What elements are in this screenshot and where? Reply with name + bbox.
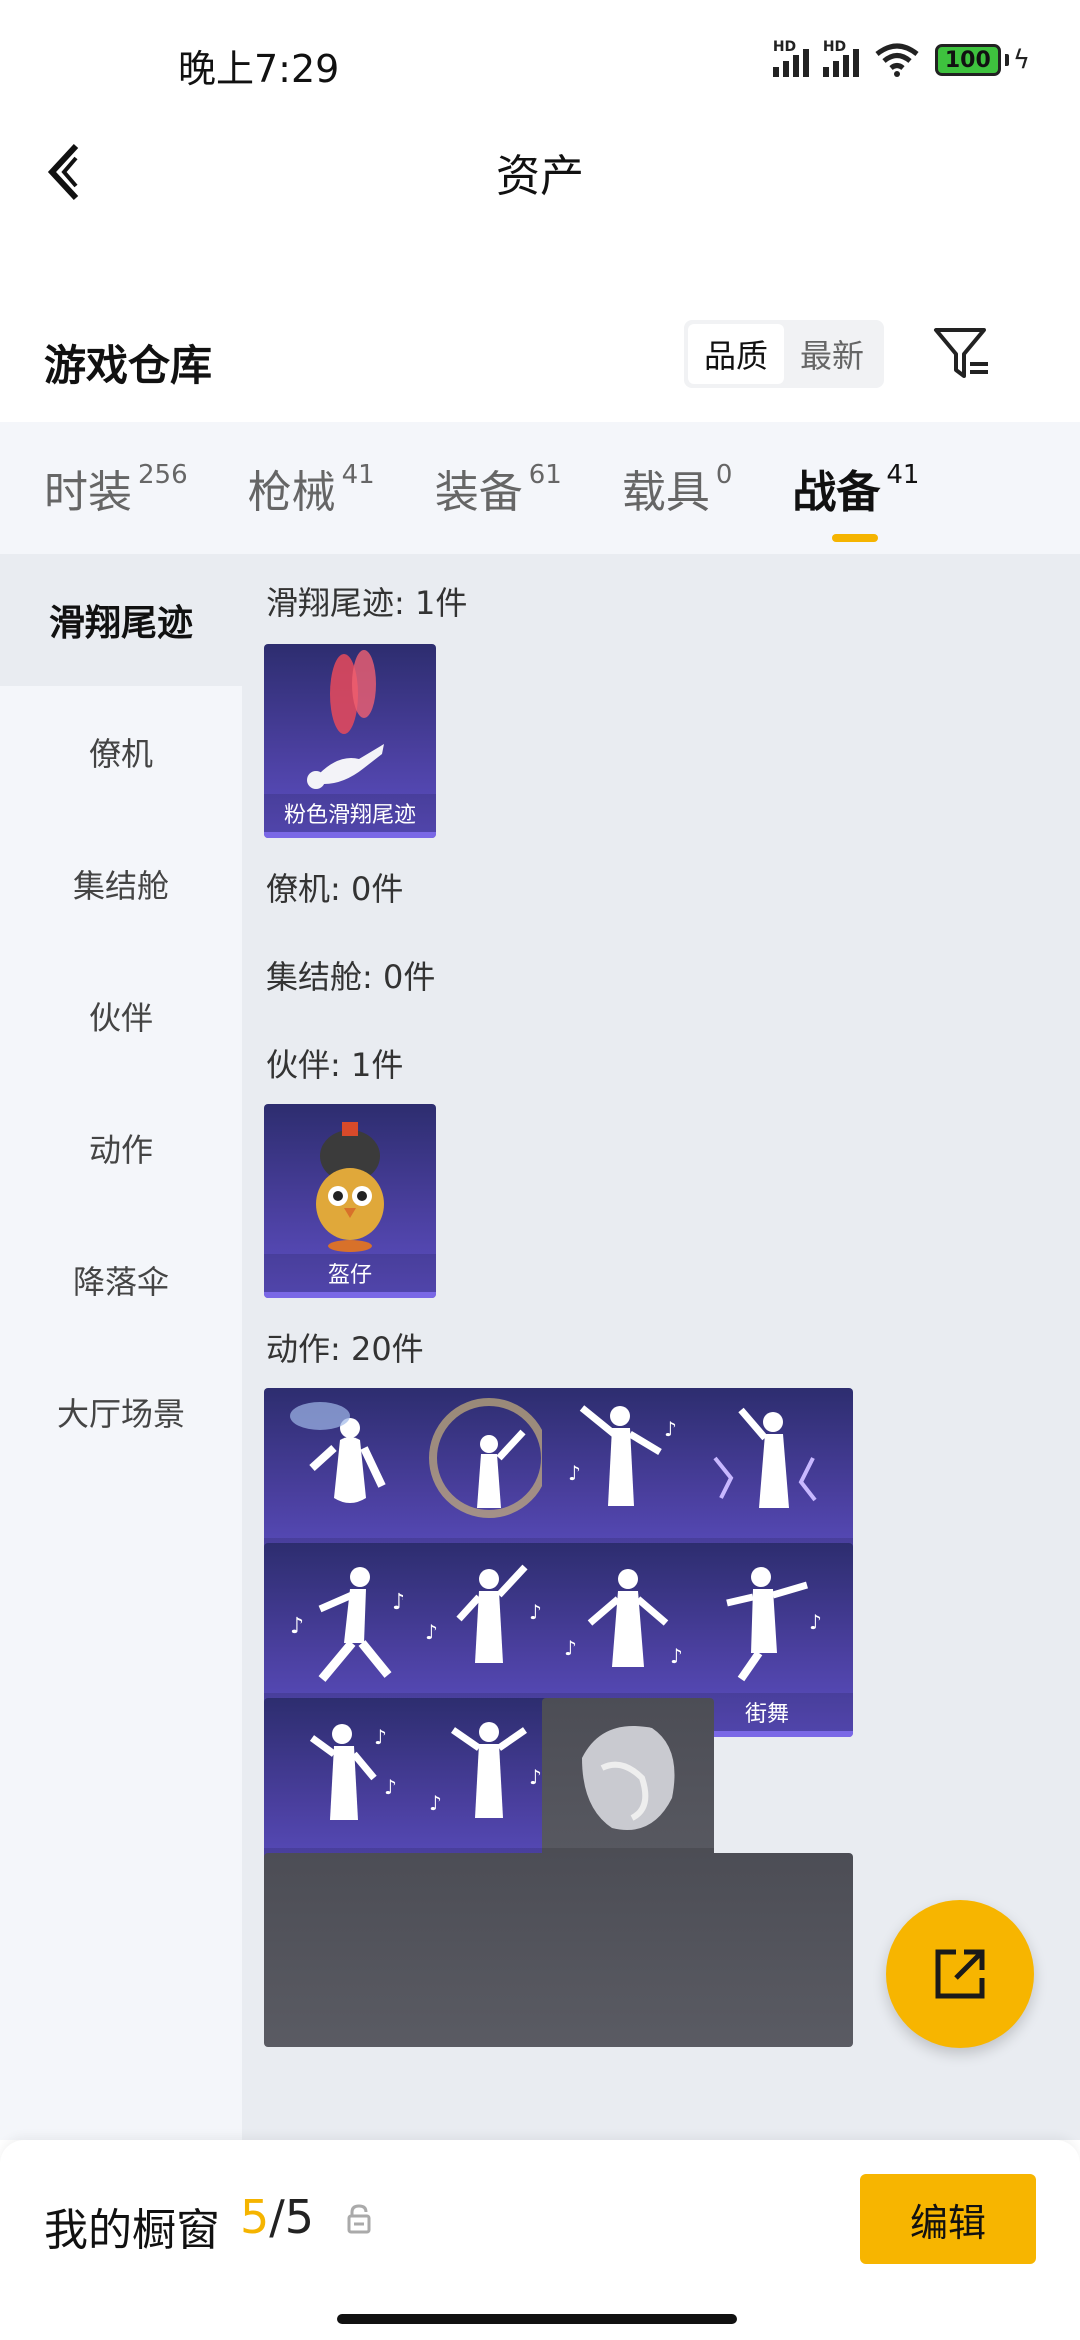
tab-vehicles[interactable]: 载具 0 bbox=[622, 456, 733, 520]
status-icons: HD HD 100 ϟ bbox=[772, 39, 1030, 78]
charging-icon: ϟ bbox=[1012, 45, 1030, 75]
side-item-glide-trail[interactable]: 滑翔尾迹 bbox=[0, 554, 242, 686]
card-label: 盔仔 bbox=[264, 1254, 436, 1292]
section-title-partner: 伙伴: 1件 bbox=[266, 1046, 404, 1084]
section-title-capsule: 集结舱: 0件 bbox=[266, 958, 436, 996]
bottom-bar: 我的橱窗 5/5 编辑 bbox=[0, 2140, 1080, 2340]
signal-icon-2: HD bbox=[822, 39, 859, 77]
tab-count: 41 bbox=[886, 460, 920, 490]
tab-indicator bbox=[832, 534, 879, 542]
card-label: 粉色滑翔尾迹 bbox=[264, 794, 436, 832]
tab-label: 枪械 bbox=[247, 467, 336, 518]
tab-weapons[interactable]: 枪械 41 bbox=[248, 456, 375, 520]
side-nav: 滑翔尾迹 僚机 集结舱 伙伴 动作 降落伞 大厅场景 bbox=[0, 554, 242, 2140]
tab-battle-prep[interactable]: 战备 41 bbox=[792, 456, 920, 542]
svg-text:♪: ♪ bbox=[809, 1610, 822, 1634]
side-item-parachute[interactable]: 降落伞 bbox=[0, 1214, 242, 1346]
svg-text:♪: ♪ bbox=[425, 1620, 438, 1644]
battery-level: 100 bbox=[934, 44, 1001, 76]
side-item-lobby-scene[interactable]: 大厅场景 bbox=[0, 1346, 242, 1478]
battery-icon: 100 ϟ bbox=[934, 44, 1030, 76]
tab-fashion[interactable]: 时装 256 bbox=[0, 456, 188, 520]
edit-button[interactable]: 编辑 bbox=[860, 2174, 1036, 2264]
showcase-count: 5/5 bbox=[240, 2190, 314, 2244]
svg-text:♪: ♪ bbox=[529, 1600, 542, 1624]
side-item-wingman[interactable]: 僚机 bbox=[0, 686, 242, 818]
share-button[interactable] bbox=[886, 1900, 1034, 2048]
sort-latest-button[interactable]: 最新 bbox=[784, 324, 880, 384]
showcase-total: 5 bbox=[284, 2190, 315, 2244]
item-card[interactable]: 盔仔 bbox=[264, 1104, 436, 1298]
tab-count: 41 bbox=[341, 460, 375, 490]
tab-label: 战备 bbox=[792, 467, 881, 518]
warehouse-title: 游戏仓库 bbox=[44, 341, 213, 390]
filter-icon[interactable] bbox=[930, 322, 994, 386]
tab-label: 装备 bbox=[434, 467, 523, 518]
warehouse-row: 游戏仓库 品质 最新 bbox=[0, 310, 1080, 410]
showcase-label: 我的橱窗 bbox=[44, 2205, 220, 2256]
signal-icon: HD bbox=[772, 39, 809, 77]
lock-icon bbox=[347, 2204, 371, 2234]
item-card[interactable]: 粉色滑翔尾迹 bbox=[264, 644, 436, 838]
tab-count: 0 bbox=[715, 460, 733, 490]
tab-count: 256 bbox=[138, 460, 188, 490]
hd-label: HD bbox=[772, 39, 797, 55]
home-indicator bbox=[337, 2314, 737, 2324]
sort-quality-button[interactable]: 品质 bbox=[688, 324, 784, 384]
svg-text:♪: ♪ bbox=[529, 1765, 542, 1789]
category-tabs: 时装 256 枪械 41 装备 61 载具 0 战备 41 bbox=[0, 422, 1080, 554]
status-time: 晚上7:29 bbox=[178, 47, 340, 91]
side-item-capsule[interactable]: 集结舱 bbox=[0, 818, 242, 950]
tab-label: 时装 bbox=[44, 467, 132, 518]
status-bar: 晚上7:29 HD HD 100 ϟ bbox=[0, 0, 1080, 120]
section-title-wingman: 僚机: 0件 bbox=[266, 870, 404, 908]
tab-label: 载具 bbox=[621, 467, 710, 518]
share-icon bbox=[935, 1949, 985, 1999]
showcase-separator: / bbox=[269, 2190, 285, 2244]
svg-text:♪: ♪ bbox=[384, 1775, 397, 1799]
showcase-current: 5 bbox=[240, 2190, 270, 2244]
svg-text:♪: ♪ bbox=[568, 1461, 581, 1485]
svg-text:♪: ♪ bbox=[374, 1725, 387, 1749]
page-title: 资产 bbox=[496, 151, 584, 202]
tab-count: 61 bbox=[528, 460, 562, 490]
svg-text:♪: ♪ bbox=[664, 1417, 677, 1441]
section-title-glide: 滑翔尾迹: 1件 bbox=[266, 584, 468, 622]
svg-text:♪: ♪ bbox=[564, 1636, 577, 1660]
header: 资产 bbox=[0, 120, 1080, 230]
svg-text:♪: ♪ bbox=[429, 1791, 442, 1815]
hd-label-2: HD bbox=[822, 39, 847, 55]
side-item-emote[interactable]: 动作 bbox=[0, 1082, 242, 1214]
section-title-emote: 动作: 20件 bbox=[266, 1330, 424, 1368]
tab-equipment[interactable]: 装备 61 bbox=[435, 456, 562, 520]
wifi-icon bbox=[875, 43, 919, 77]
emote-card-partial[interactable] bbox=[681, 1853, 853, 2047]
sort-toggle: 品质 最新 bbox=[684, 320, 884, 388]
svg-text:♪: ♪ bbox=[290, 1614, 304, 1639]
side-item-partner[interactable]: 伙伴 bbox=[0, 950, 242, 1082]
